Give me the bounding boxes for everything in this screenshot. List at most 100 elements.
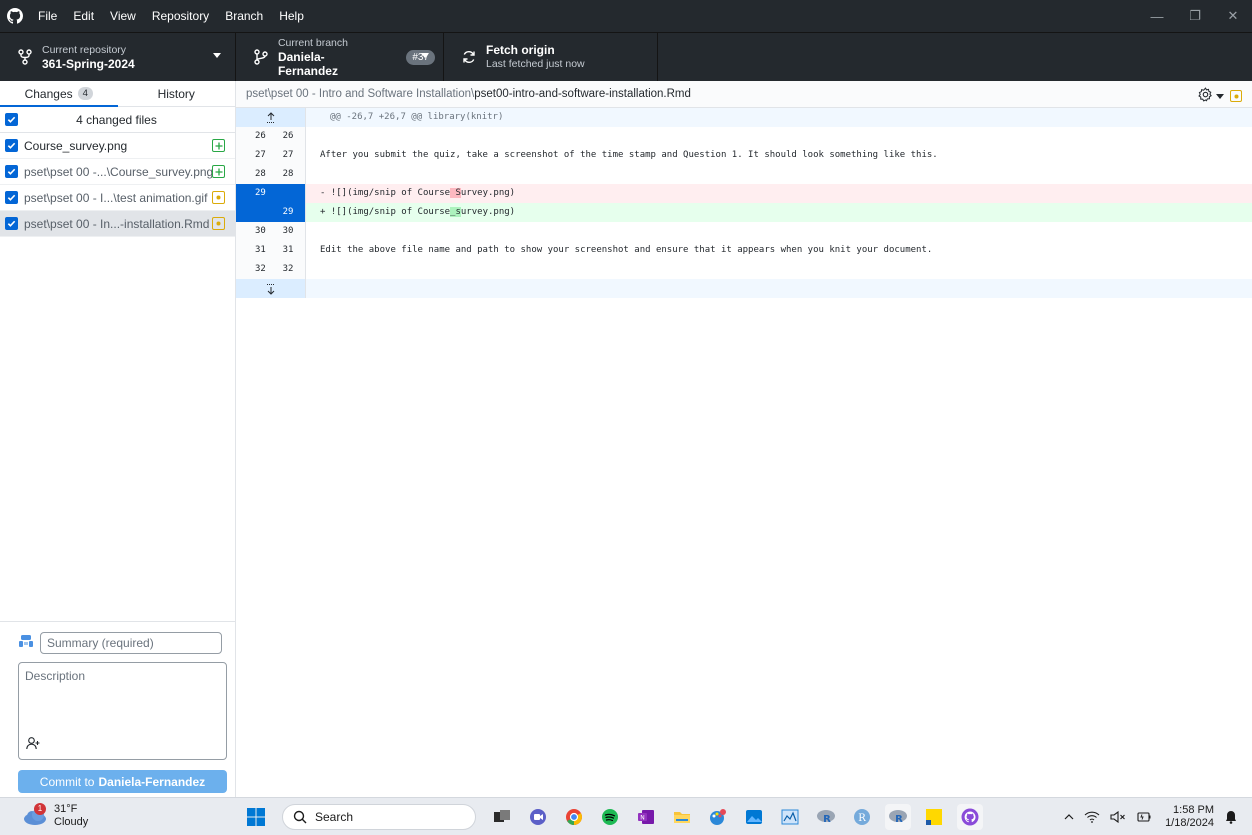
new-line-number: 28 (282, 169, 294, 179)
menu-repository[interactable]: Repository (144, 0, 217, 32)
search-label: Search (315, 810, 354, 824)
file-name: Course_survey.png (24, 138, 128, 153)
weather-temp: 31°F (54, 803, 78, 815)
file-list-item[interactable]: pset\pset 00 - I...\test animation.gif (0, 185, 235, 211)
line-content: After you submit the quiz, take a screen… (320, 150, 938, 160)
new-line-number: 29 (282, 207, 294, 217)
summary-input[interactable]: Summary (required) (40, 632, 222, 654)
repo-label: Current repository (42, 44, 127, 56)
rstudio-active-icon[interactable]: R (885, 804, 911, 830)
spotify-icon[interactable] (597, 804, 623, 830)
menu-file[interactable]: File (30, 0, 65, 32)
clock-date: 1/18/2024 (1165, 817, 1214, 829)
file-name: pset\pset 00 - I...\test animation.gif (24, 190, 208, 205)
line-content (306, 165, 1252, 184)
current-repository-button[interactable]: Current repository 361-Spring-2024 (0, 33, 236, 81)
added-text-rest: urvey.png) (460, 207, 516, 217)
svg-text:R: R (858, 813, 866, 824)
windows-start-icon[interactable] (243, 804, 269, 830)
expand-down-row (236, 279, 1252, 298)
expand-down-icon[interactable] (236, 279, 306, 298)
teams-chat-icon[interactable] (525, 804, 551, 830)
chrome-icon[interactable] (561, 804, 587, 830)
diff-line[interactable]: 30 30 (236, 222, 1252, 241)
paint-icon[interactable] (705, 804, 731, 830)
task-view-icon[interactable] (489, 804, 515, 830)
menu-branch[interactable]: Branch (217, 0, 271, 32)
file-list-item[interactable]: Course_survey.png (0, 133, 235, 159)
battery-icon[interactable] (1136, 811, 1152, 823)
sticky-notes-icon[interactable] (921, 804, 947, 830)
deleted-text: - ![](img/snip of Course (320, 188, 451, 198)
diff-line[interactable]: 28 28 (236, 165, 1252, 184)
photos-icon[interactable] (741, 804, 767, 830)
restore-icon[interactable]: ❐ (1176, 0, 1214, 32)
select-all-row: 4 changed files (0, 107, 235, 133)
gear-icon[interactable] (1198, 87, 1213, 105)
menu-view[interactable]: View (102, 0, 144, 32)
system-tray: 1:58 PM 1/18/2024 (1059, 798, 1242, 835)
volume-muted-icon[interactable] (1110, 811, 1126, 823)
file-modified-icon (1230, 90, 1242, 102)
file-list-item[interactable]: pset\pset 00 -...\Course_survey.png (0, 159, 235, 185)
new-line-number: 30 (282, 226, 294, 236)
branch-name: Daniela-Fernandez (277, 50, 338, 78)
branch-label: Current branch (277, 37, 348, 49)
menu-help[interactable]: Help (271, 0, 312, 32)
file-checkbox[interactable] (5, 191, 18, 204)
file-name: pset\pset 00 - In...-installation.Rmd (24, 216, 210, 231)
notification-bell-icon[interactable] (1225, 810, 1237, 824)
current-branch-button[interactable]: Current branch Daniela-Fernandez #37 (236, 33, 444, 81)
added-text: + ![](img/snip of Course (320, 207, 451, 217)
chart-viewer-icon[interactable] (777, 804, 803, 830)
commit-button[interactable]: Commit to Daniela-Fernandez (18, 770, 227, 793)
fetch-origin-button[interactable]: Fetch origin Last fetched just now (444, 33, 658, 81)
file-modified-icon (212, 191, 225, 204)
file-list-item[interactable]: pset\pset 00 - In...-installation.Rmd (0, 211, 235, 237)
deleted-line[interactable]: 29 - ![](img/snip of Course Survey.png) (236, 184, 1252, 203)
line-content (306, 260, 1252, 279)
deleted-text-rest: urvey.png) (460, 188, 516, 198)
line-content: Edit the above file name and path to sho… (320, 245, 933, 255)
expand-up-icon[interactable] (236, 108, 306, 127)
hunk-header-row: @@ -26,7 +26,7 @@ library(knitr) (236, 108, 1252, 127)
add-coauthor-icon[interactable] (26, 736, 40, 753)
tab-changes[interactable]: Changes 4 (0, 81, 118, 107)
description-placeholder: Description (25, 669, 86, 683)
sync-icon (458, 50, 480, 64)
close-icon[interactable]: ✕ (1214, 0, 1252, 32)
sidebar-tabs: Changes 4 History (0, 81, 235, 107)
diff-line[interactable]: 31 31 Edit the above file name and path t… (236, 241, 1252, 260)
chevron-down-icon[interactable] (1216, 93, 1224, 99)
diff-line[interactable]: 27 27 After you submit the quiz, take a s… (236, 146, 1252, 165)
new-line-number: 32 (282, 264, 294, 274)
file-checkbox[interactable] (5, 217, 18, 230)
tab-history[interactable]: History (118, 81, 236, 106)
clock[interactable]: 1:58 PM 1/18/2024 (1165, 804, 1214, 830)
added-line[interactable]: 29 + ![](img/snip of Course_survey.png) (236, 203, 1252, 222)
minimize-icon[interactable]: — (1138, 0, 1176, 32)
diff-view: pset\pset 00 - Intro and Software Instal… (236, 81, 1252, 797)
diff-line[interactable]: 32 32 (236, 260, 1252, 279)
new-line-number: 31 (282, 245, 294, 255)
wifi-icon[interactable] (1084, 811, 1100, 823)
diff-line[interactable]: 26 26 (236, 127, 1252, 146)
taskbar-search[interactable]: Search (282, 804, 476, 830)
rstudio-icon[interactable]: R (813, 804, 839, 830)
github-desktop-icon[interactable] (957, 804, 983, 830)
commit-panel: Summary (required) Description Commit to… (0, 621, 235, 797)
file-checkbox[interactable] (5, 139, 18, 152)
added-highlight: _s (450, 207, 461, 217)
file-checkbox[interactable] (5, 165, 18, 178)
repo-name: 361-Spring-2024 (42, 57, 135, 71)
r-console-icon[interactable]: R (849, 804, 875, 830)
description-textarea[interactable]: Description (18, 662, 227, 760)
file-explorer-icon[interactable] (669, 804, 695, 830)
chevron-up-icon[interactable] (1064, 813, 1074, 821)
line-content: - ![](img/snip of Course Survey.png) (306, 184, 1252, 203)
weather-widget[interactable]: 1 31°F Cloudy (22, 803, 88, 829)
menu-edit[interactable]: Edit (65, 0, 102, 32)
onenote-icon[interactable]: N (633, 804, 659, 830)
select-all-checkbox[interactable] (5, 113, 18, 126)
file-name: pset\pset 00 -...\Course_survey.png (24, 164, 212, 179)
